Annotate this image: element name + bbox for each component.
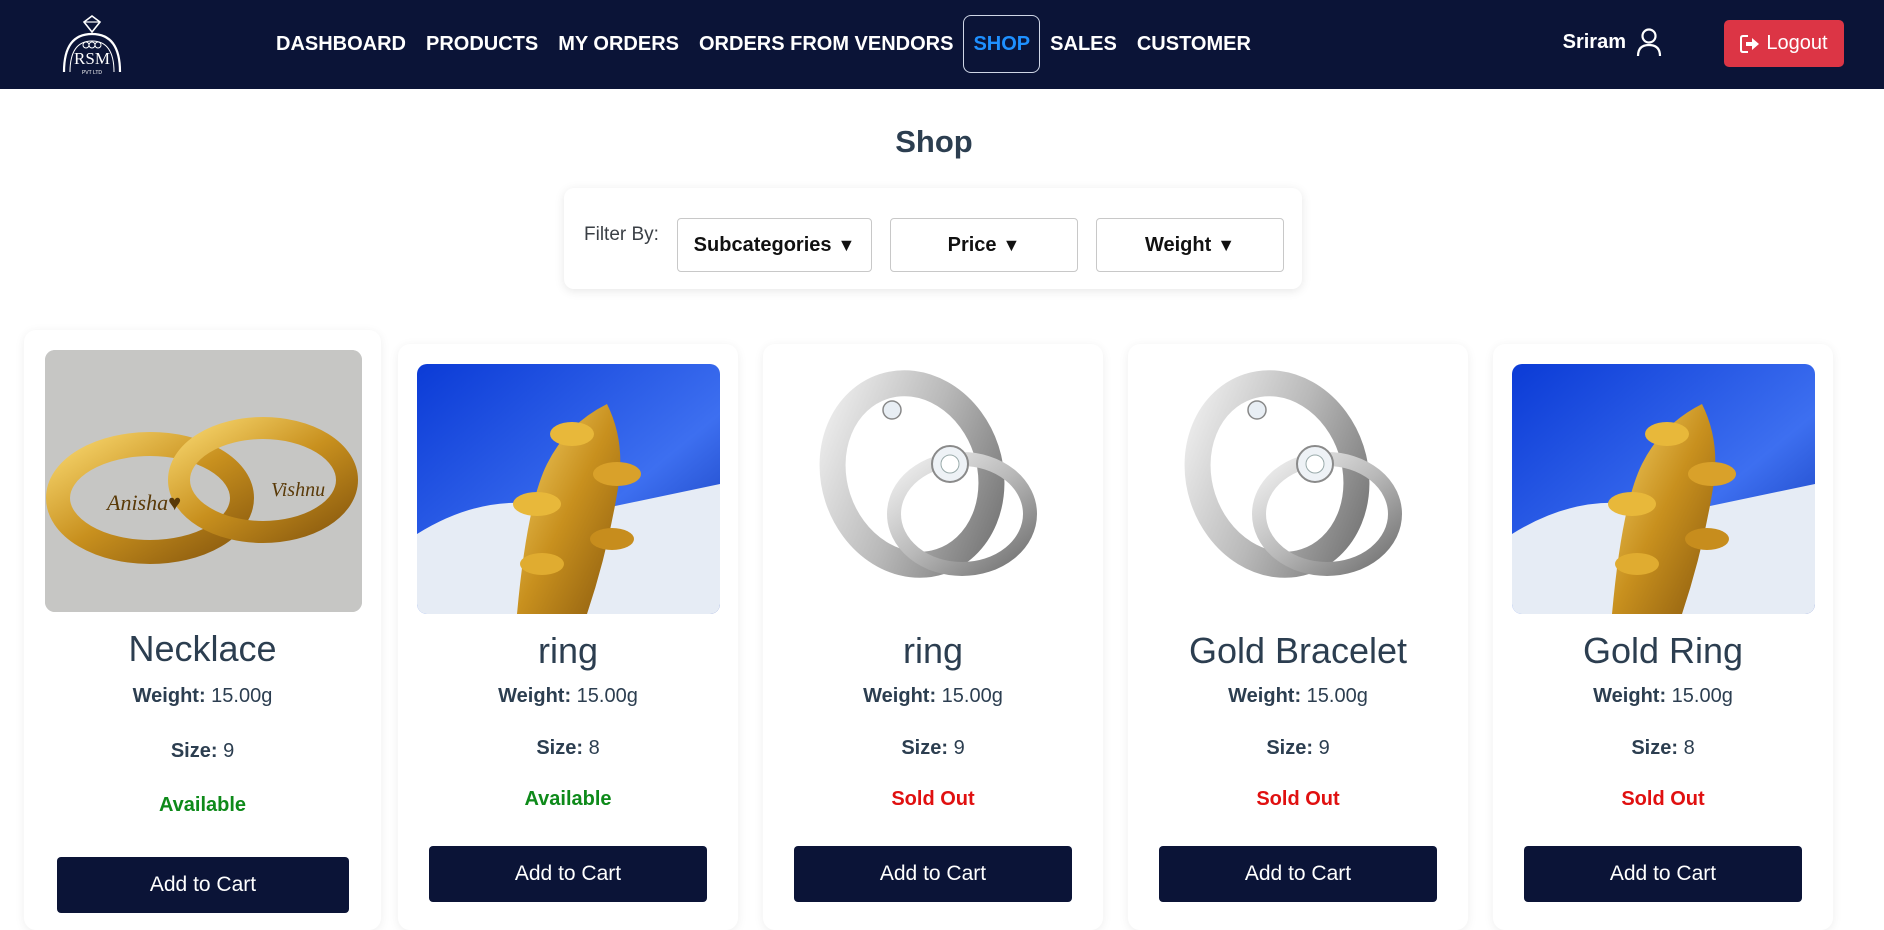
size-value: 9	[1318, 737, 1330, 759]
nav-orders-from-vendors[interactable]: ORDERS FROM VENDORS	[689, 15, 963, 73]
page-title: Shop	[895, 124, 973, 159]
weight-label: Weight	[1144, 233, 1212, 256]
product-name: Gold Bracelet	[1188, 630, 1408, 671]
status-badge: Sold Out	[1621, 788, 1705, 810]
user-menu[interactable]: Sriram	[1563, 27, 1662, 57]
user-name: Sriram	[1562, 30, 1626, 53]
weight-value: 15.00g	[1306, 685, 1368, 707]
nav-products[interactable]: PRODUCTS	[416, 15, 548, 73]
status-badge: Sold Out	[891, 788, 975, 810]
nav-dashboard[interactable]: DASHBOARD	[266, 15, 416, 73]
weight-value: 15.00g	[941, 685, 1003, 707]
product-image[interactable]	[1512, 364, 1815, 614]
add-to-cart-button[interactable]: Add to Cart	[1524, 846, 1802, 902]
size-value: 9	[953, 737, 965, 759]
weight-value: 15.00g	[1671, 685, 1733, 707]
product-name: Gold Ring	[1582, 630, 1744, 671]
product-image[interactable]	[417, 364, 720, 614]
weight-label: Weight:	[132, 685, 206, 707]
size-label: Size:	[1631, 737, 1678, 759]
add-to-cart-button[interactable]: Add to Cart	[57, 857, 349, 913]
product-weight: Weight: 15.00g	[1493, 685, 1833, 708]
nav-sales[interactable]: SALES	[1040, 15, 1127, 73]
top-navbar: RSM PVT LTD DASHBOARD PRODUCTS MY ORDERS…	[0, 0, 1884, 89]
product-weight: Weight: 15.00g	[763, 685, 1103, 708]
product-size: Size: 8	[398, 737, 738, 760]
product-card: ring Weight: 15.00g Size: 9 Sold Out Add…	[763, 344, 1103, 930]
add-to-cart-button[interactable]: Add to Cart	[794, 846, 1072, 902]
svg-text:Vishnu: Vishnu	[271, 479, 325, 501]
main-nav: DASHBOARD PRODUCTS MY ORDERS ORDERS FROM…	[266, 14, 1261, 74]
weight-label: Weight:	[1593, 685, 1667, 707]
price-dropdown[interactable]: Price ▼	[890, 218, 1078, 272]
filter-label: Filter By:	[584, 224, 659, 245]
product-name: ring	[537, 630, 599, 671]
product-image[interactable]	[782, 364, 1085, 614]
subcategories-label: Subcategories	[693, 233, 832, 256]
product-size: Size: 9	[1128, 737, 1468, 760]
product-name: ring	[902, 630, 964, 671]
weight-label: Weight:	[1228, 685, 1302, 707]
product-weight: Weight: 15.00g	[24, 685, 381, 708]
product-weight: Weight: 15.00g	[1128, 685, 1468, 708]
logout-label: Logout	[1766, 32, 1828, 54]
weight-value: 15.00g	[576, 685, 638, 707]
product-image[interactable]	[1147, 364, 1450, 614]
brand-logo[interactable]: RSM PVT LTD	[56, 14, 128, 76]
status-badge: Available	[524, 788, 612, 810]
product-size: Size: 9	[24, 740, 381, 763]
nav-shop[interactable]: SHOP	[963, 15, 1041, 73]
size-label: Size:	[901, 737, 948, 759]
size-value: 9	[223, 740, 235, 762]
product-image[interactable]: Anisha♥ Vishnu	[45, 350, 362, 612]
subcategories-dropdown[interactable]: Subcategories ▼	[677, 218, 872, 272]
weight-label: Weight:	[498, 685, 572, 707]
status-badge: Sold Out	[1256, 788, 1340, 810]
nav-customer[interactable]: CUSTOMER	[1127, 15, 1261, 73]
caret-down-icon: ▼	[1002, 234, 1021, 255]
size-value: 8	[588, 737, 600, 759]
weight-value: 15.00g	[211, 685, 273, 707]
product-card: Anisha♥ Vishnu Necklace Weight: 15.00g S…	[24, 330, 381, 930]
weight-dropdown[interactable]: Weight ▼	[1096, 218, 1284, 272]
sign-out-icon	[1740, 34, 1760, 53]
size-label: Size:	[1266, 737, 1313, 759]
product-weight: Weight: 15.00g	[398, 685, 738, 708]
size-label: Size:	[536, 737, 583, 759]
weight-label: Weight:	[863, 685, 937, 707]
size-value: 8	[1683, 737, 1695, 759]
svg-text:Anisha♥: Anisha♥	[105, 490, 181, 515]
logout-button[interactable]: Logout	[1724, 20, 1844, 67]
price-label: Price	[947, 233, 997, 256]
caret-down-icon: ▼	[1217, 234, 1236, 255]
user-icon	[1636, 28, 1662, 57]
svg-text:PVT LTD: PVT LTD	[82, 70, 102, 76]
filter-bar: Filter By: Subcategories ▼ Price ▼ Weigh…	[564, 188, 1302, 289]
product-card: Gold Ring Weight: 15.00g Size: 8 Sold Ou…	[1493, 344, 1833, 930]
product-size: Size: 8	[1493, 737, 1833, 760]
add-to-cart-button[interactable]: Add to Cart	[429, 846, 707, 902]
caret-down-icon: ▼	[837, 234, 856, 255]
status-badge: Available	[158, 794, 247, 816]
product-card: ring Weight: 15.00g Size: 8 Available Ad…	[398, 344, 738, 930]
product-size: Size: 9	[763, 737, 1103, 760]
size-label: Size:	[170, 740, 218, 762]
nav-my-orders[interactable]: MY ORDERS	[548, 15, 689, 73]
product-card: Gold Bracelet Weight: 15.00g Size: 9 Sol…	[1128, 344, 1468, 930]
svg-text:RSM: RSM	[74, 49, 110, 68]
product-name: Necklace	[128, 628, 277, 669]
add-to-cart-button[interactable]: Add to Cart	[1159, 846, 1437, 902]
